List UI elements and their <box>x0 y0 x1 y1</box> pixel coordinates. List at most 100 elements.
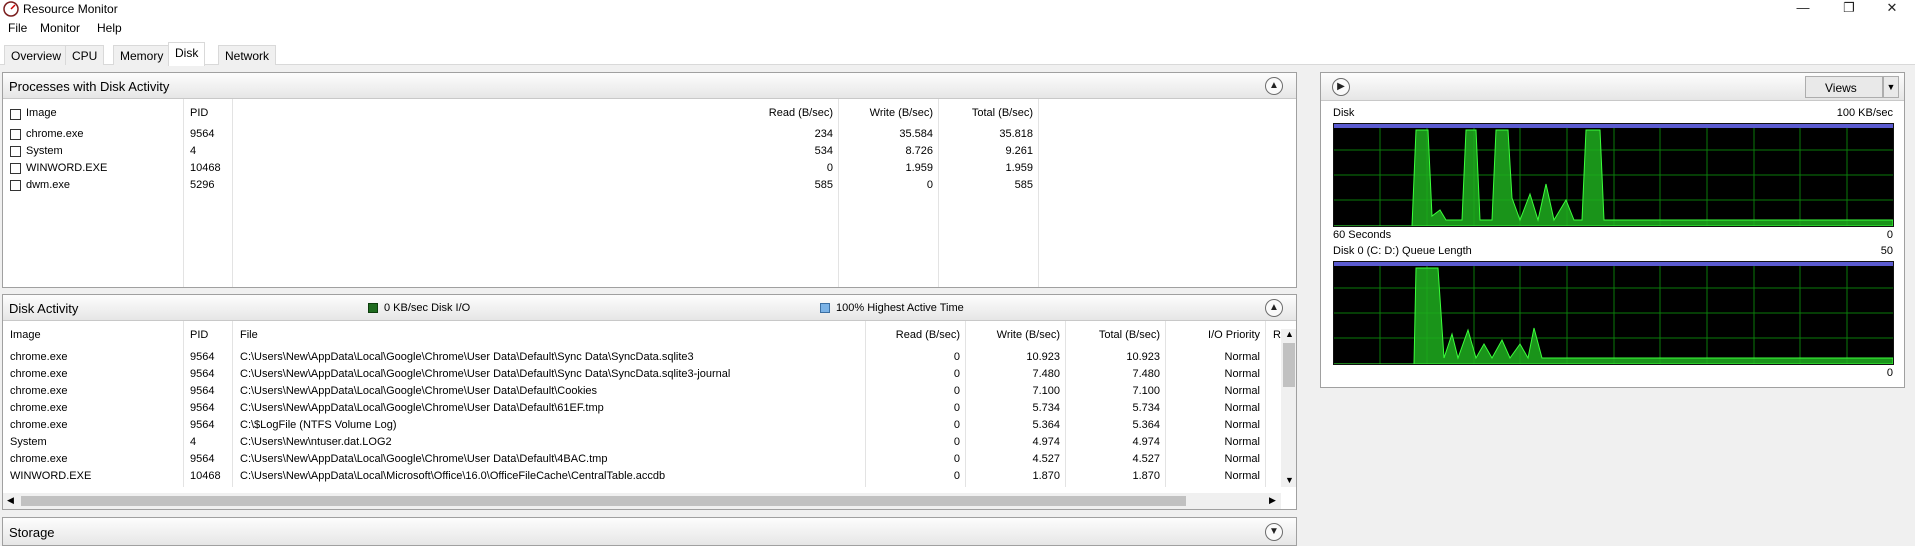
cell-read: 0 <box>953 368 960 380</box>
cell-write: 10.923 <box>1026 351 1060 363</box>
cell-read: 234 <box>814 128 833 140</box>
cell-write: 0 <box>926 179 933 191</box>
column-header-write[interactable]: Write (B/sec) <box>960 329 1060 341</box>
cell-file: C:\Users\New\AppData\Local\Google\Chrome… <box>240 402 604 414</box>
table-row[interactable]: WINWORD.EXE 10468 C:\Users\New\AppData\L… <box>3 470 1296 484</box>
column-header-total[interactable]: Total (B/sec) <box>1060 329 1160 341</box>
collapse-chevron-up-icon[interactable]: ▲ <box>1265 299 1283 317</box>
cell-total: 9.261 <box>1005 145 1033 157</box>
scroll-down-icon[interactable]: ▼ <box>1285 475 1294 485</box>
scroll-up-icon[interactable]: ▲ <box>1285 329 1294 339</box>
cell-total: 5.364 <box>1132 419 1160 431</box>
horizontal-scrollbar[interactable]: ◀ ▶ <box>3 493 1281 509</box>
column-header-io-priority[interactable]: I/O Priority <box>1160 329 1260 341</box>
title-bar: Resource Monitor — ❐ ✕ <box>0 0 1915 18</box>
vertical-scroll-thumb[interactable] <box>1283 343 1295 387</box>
cell-io-priority: Normal <box>1224 368 1260 380</box>
table-row[interactable]: chrome.exe 9564 C:\Users\New\AppData\Loc… <box>3 351 1296 365</box>
cell-file: C:\Users\New\ntuser.dat.LOG2 <box>240 436 392 448</box>
tab-network[interactable]: Network <box>218 45 277 65</box>
row-checkbox[interactable] <box>10 180 21 191</box>
select-all-checkbox[interactable] <box>10 109 21 120</box>
cell-total: 7.480 <box>1132 368 1160 380</box>
table-row[interactable]: chrome.exe 9564 C:\Users\New\AppData\Loc… <box>3 453 1296 467</box>
disk-activity-panel-header[interactable]: Disk Activity 0 KB/sec Disk I/O 100% Hig… <box>3 295 1296 321</box>
tab-disk[interactable]: Disk <box>168 42 206 66</box>
horizontal-scroll-thumb[interactable] <box>21 496 1186 506</box>
table-row[interactable]: chrome.exe 9564 C:\Users\New\AppData\Loc… <box>3 402 1296 416</box>
pane-splitter[interactable] <box>1302 68 1318 546</box>
cell-total: 4.527 <box>1132 453 1160 465</box>
column-header-image[interactable]: Image <box>10 329 41 341</box>
table-row[interactable]: chrome.exe 9564 C:\Users\New\AppData\Loc… <box>3 368 1296 382</box>
column-header-file[interactable]: File <box>240 329 258 341</box>
cell-io-priority: Normal <box>1224 436 1260 448</box>
disk-io-legend-swatch <box>368 303 378 313</box>
processes-panel-title: Processes with Disk Activity <box>9 79 170 94</box>
cell-read: 0 <box>953 436 960 448</box>
cell-read: 0 <box>953 453 960 465</box>
cell-io-priority: Normal <box>1224 351 1260 363</box>
cell-read: 0 <box>953 385 960 397</box>
tab-memory[interactable]: Memory <box>113 45 171 65</box>
queue-graph-title: Disk 0 (C: D:) Queue Length <box>1333 245 1472 257</box>
table-row[interactable]: WINWORD.EXE 10468 0 1.959 1.959 <box>3 162 1296 176</box>
cell-image: chrome.exe <box>10 351 68 363</box>
views-dropdown-icon[interactable]: ▼ <box>1883 76 1899 98</box>
tab-overview[interactable]: Overview <box>4 45 69 65</box>
views-button[interactable]: Views <box>1805 76 1883 98</box>
column-header-pid[interactable]: PID <box>190 107 208 119</box>
row-checkbox[interactable] <box>10 146 21 157</box>
active-time-legend-swatch <box>820 303 830 313</box>
row-checkbox[interactable] <box>10 163 21 174</box>
column-header-pid[interactable]: PID <box>190 329 208 341</box>
processes-panel-header[interactable]: Processes with Disk Activity ▲ <box>3 73 1296 99</box>
cell-write: 35.584 <box>899 128 933 140</box>
scroll-right-icon[interactable]: ▶ <box>1269 495 1276 506</box>
column-header-response[interactable]: R <box>1273 329 1281 341</box>
disk-activity-panel: Disk Activity 0 KB/sec Disk I/O 100% Hig… <box>2 294 1297 510</box>
table-row[interactable]: dwm.exe 5296 585 0 585 <box>3 179 1296 193</box>
menu-file[interactable]: File <box>8 21 27 35</box>
column-header-read[interactable]: Read (B/sec) <box>733 107 833 119</box>
column-header-total[interactable]: Total (B/sec) <box>933 107 1033 119</box>
storage-panel-header[interactable]: Storage ▼ <box>3 518 1296 545</box>
queue-graph-min-label: 0 <box>1886 367 1893 379</box>
table-row[interactable]: chrome.exe 9564 234 35.584 35.818 <box>3 128 1296 142</box>
cell-pid: 9564 <box>190 128 215 140</box>
table-row[interactable]: chrome.exe 9564 C:\Users\New\AppData\Loc… <box>3 385 1296 399</box>
expand-chevron-down-icon[interactable]: ▼ <box>1265 523 1283 541</box>
processes-panel: Processes with Disk Activity ▲ Image PID… <box>2 72 1297 288</box>
menu-help[interactable]: Help <box>97 21 122 35</box>
minimize-icon[interactable]: — <box>1780 0 1826 18</box>
menu-monitor[interactable]: Monitor <box>40 21 80 35</box>
queue-length-graph <box>1333 261 1894 365</box>
column-header-read[interactable]: Read (B/sec) <box>860 329 960 341</box>
restore-icon[interactable]: ❐ <box>1826 0 1872 18</box>
cell-image: System <box>26 145 63 157</box>
chevron-right-icon[interactable]: ▶ <box>1332 78 1350 96</box>
table-row[interactable]: System 4 534 8.726 9.261 <box>3 145 1296 159</box>
cell-file: C:\$LogFile (NTFS Volume Log) <box>240 419 397 431</box>
cell-image: chrome.exe <box>10 419 68 431</box>
cell-file: C:\Users\New\AppData\Local\Google\Chrome… <box>240 453 608 465</box>
table-row[interactable]: chrome.exe 9564 C:\$LogFile (NTFS Volume… <box>3 419 1296 433</box>
column-header-write[interactable]: Write (B/sec) <box>833 107 933 119</box>
collapse-chevron-up-icon[interactable]: ▲ <box>1265 77 1283 95</box>
cell-file: C:\Users\New\AppData\Local\Microsoft\Off… <box>240 470 666 482</box>
cell-pid: 9564 <box>190 402 215 414</box>
cell-write: 8.726 <box>905 145 933 157</box>
menu-bar: File Monitor Help <box>0 18 1915 40</box>
row-checkbox[interactable] <box>10 129 21 140</box>
vertical-scrollbar[interactable]: ▲ ▼ <box>1281 329 1296 487</box>
cell-total: 7.100 <box>1132 385 1160 397</box>
cell-read: 0 <box>953 351 960 363</box>
tab-cpu[interactable]: CPU <box>65 45 105 65</box>
scroll-left-icon[interactable]: ◀ <box>7 495 14 506</box>
table-row[interactable]: System 4 C:\Users\New\ntuser.dat.LOG2 0 … <box>3 436 1296 450</box>
disk-graph-min-label: 0 <box>1886 229 1893 241</box>
disk-graph-time-label: 60 Seconds <box>1333 229 1392 241</box>
column-header-image[interactable]: Image <box>26 107 57 119</box>
close-icon[interactable]: ✕ <box>1869 0 1915 18</box>
cell-write: 5.734 <box>1032 402 1060 414</box>
